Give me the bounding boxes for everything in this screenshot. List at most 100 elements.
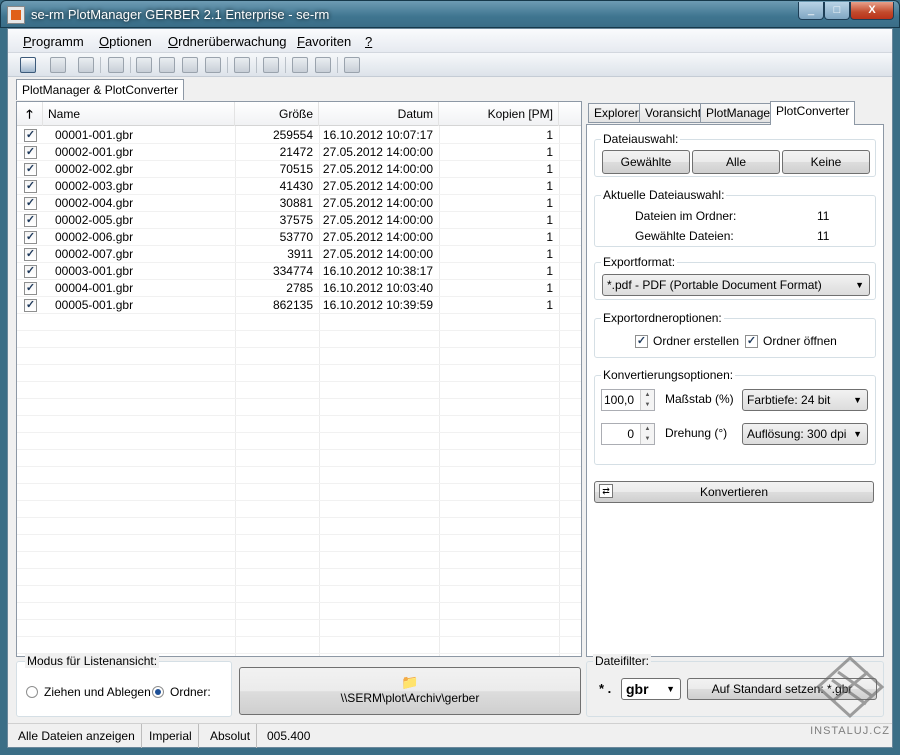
all-button[interactable]: Alle — [692, 150, 780, 174]
menu-favoriten[interactable]: Favoriten — [297, 34, 351, 49]
minimize-button[interactable]: _ — [798, 2, 824, 20]
filter-select[interactable]: gbr ▼ — [621, 678, 681, 700]
zoom-in-icon[interactable] — [182, 57, 198, 73]
row-checkbox[interactable]: ✓ — [24, 129, 37, 142]
tab-plotmanager-plotconverter[interactable]: PlotManager & PlotConverter — [16, 79, 185, 100]
row-name: 00002-007.gbr — [55, 247, 134, 261]
table-row[interactable]: ✓ 00002-004.gbr 30881 27.05.2012 14:00:00 1 — [17, 195, 581, 212]
table-row[interactable]: ✓ 00003-001.gbr 334774 16.10.2012 10:38:17 1 — [17, 263, 581, 280]
table-row[interactable]: ✓ 00002-005.gbr 37575 27.05.2012 14:00:00 1 — [17, 212, 581, 229]
tab-plotconverter[interactable]: PlotConverter — [770, 101, 856, 125]
zoom-window-icon[interactable] — [159, 57, 175, 73]
maximize-button[interactable]: □ — [824, 2, 850, 20]
col-date[interactable]: Datum — [319, 102, 439, 126]
app-icon[interactable] — [7, 6, 25, 24]
edit-icon[interactable] — [108, 57, 124, 73]
menu-programm[interactable]: Programm — [23, 34, 84, 49]
row-checkbox[interactable]: ✓ — [24, 282, 37, 295]
grid-line — [17, 398, 581, 399]
row-checkbox[interactable]: ✓ — [24, 197, 37, 210]
grid-line — [17, 585, 581, 586]
table-row[interactable]: ✓ 00002-003.gbr 41430 27.05.2012 14:00:00 1 — [17, 178, 581, 195]
menu-optionen[interactable]: Optionen — [99, 34, 152, 49]
sort-arrow-icon[interactable]: 🡑 — [17, 102, 43, 126]
row-copies: 1 — [546, 247, 553, 261]
table-row[interactable]: ✓ 00004-001.gbr 2785 16.10.2012 10:03:40 1 — [17, 280, 581, 297]
none-button[interactable]: Keine — [782, 150, 870, 174]
preview-icon[interactable] — [78, 57, 94, 73]
open-folder-icon[interactable] — [20, 57, 36, 73]
grid-line — [17, 551, 581, 552]
folder-path-button[interactable]: 📁 \\SERM\plot\Archiv\gerber — [239, 667, 581, 715]
color-depth-select[interactable]: Farbtiefe: 24 bit ▼ — [742, 389, 868, 411]
menu-help[interactable]: ? — [365, 34, 372, 49]
col-copies[interactable]: Kopien [PM] — [439, 102, 559, 126]
row-copies: 1 — [546, 281, 553, 295]
radio-folder[interactable] — [152, 686, 164, 698]
file-list[interactable]: 🡑 Name Größe Datum Kopien [PM] ✓ 00001-00… — [16, 101, 582, 657]
table-row[interactable]: ✓ 00001-001.gbr 259554 16.10.2012 10:07:17 1 — [17, 127, 581, 144]
row-checkbox[interactable]: ✓ — [24, 265, 37, 278]
row-size: 259554 — [272, 128, 313, 142]
col-size[interactable]: Größe — [235, 102, 319, 126]
status-show-all[interactable]: Alle Dateien anzeigen — [12, 724, 142, 748]
export-format-select[interactable]: *.pdf - PDF (Portable Document Format) ▼ — [602, 274, 870, 296]
row-checkbox[interactable]: ✓ — [24, 163, 37, 176]
tab-voransicht[interactable]: Voransicht — [639, 103, 708, 123]
plotconverter-panel: Dateiauswahl: Gewählte Alle Keine Aktuel… — [586, 124, 884, 657]
table-row[interactable]: ✓ 00002-006.gbr 53770 27.05.2012 14:00:00 1 — [17, 229, 581, 246]
status-mode[interactable]: Absolut — [204, 724, 258, 748]
open-folder-checkbox[interactable]: ✓ — [745, 335, 758, 348]
page-icon[interactable] — [263, 57, 279, 73]
row-checkbox[interactable]: ✓ — [24, 248, 37, 261]
status-units[interactable]: Imperial — [143, 724, 199, 748]
print-icon[interactable] — [50, 57, 66, 73]
spin-icon[interactable]: ▲ ▼ — [640, 424, 654, 444]
group-aktuelle-dateiauswahl: Aktuelle Dateiauswahl: Dateien im Ordner… — [594, 188, 876, 247]
client-area: Programm Optionen Ordnerüberwachung Favo… — [7, 28, 893, 748]
title-bar[interactable]: se-rm PlotManager GERBER 2.1 Enterprise … — [0, 0, 900, 28]
scale-input[interactable]: 100,0 ▲ ▼ — [601, 389, 655, 411]
row-checkbox[interactable]: ✓ — [24, 214, 37, 227]
spin-icon[interactable]: ▲ ▼ — [640, 390, 654, 410]
row-checkbox[interactable]: ✓ — [24, 299, 37, 312]
row-size: 30881 — [279, 196, 313, 210]
create-folder-checkbox[interactable]: ✓ — [635, 335, 648, 348]
radio-drag-drop[interactable] — [26, 686, 38, 698]
toolbar-separator — [100, 57, 101, 73]
create-folder-label: Ordner erstellen — [653, 334, 740, 348]
row-size: 37575 — [279, 213, 313, 227]
tab-explorer[interactable]: Explorer — [588, 103, 645, 123]
zoom-icon[interactable] — [136, 57, 152, 73]
row-checkbox[interactable]: ✓ — [24, 146, 37, 159]
convert-button[interactable]: ⇄ Konvertieren — [594, 481, 874, 503]
table-row[interactable]: ✓ 00002-001.gbr 21472 27.05.2012 14:00:00 1 — [17, 144, 581, 161]
row-date: 16.10.2012 10:38:17 — [322, 264, 433, 278]
close-button[interactable]: X — [850, 2, 894, 20]
report-icon[interactable] — [344, 57, 360, 73]
resolution-select[interactable]: Auflösung: 300 dpi ▼ — [742, 423, 868, 445]
toolbar-separator — [256, 57, 257, 73]
row-date: 16.10.2012 10:07:17 — [322, 128, 433, 142]
selected-button[interactable]: Gewählte — [602, 150, 690, 174]
toolbar-separator — [130, 57, 131, 73]
grid-line — [17, 534, 581, 535]
table-row[interactable]: ✓ 00002-002.gbr 70515 27.05.2012 14:00:00 1 — [17, 161, 581, 178]
import-icon[interactable] — [292, 57, 308, 73]
list-header: 🡑 Name Größe Datum Kopien [PM] — [17, 102, 581, 126]
selected-files-label: Gewählte Dateien: — [635, 229, 734, 243]
grid-line — [17, 602, 581, 603]
menu-ordnerueberwachung[interactable]: Ordnerüberwachung — [168, 34, 287, 49]
row-checkbox[interactable]: ✓ — [24, 231, 37, 244]
tab-plotmanager[interactable]: PlotManager — [700, 103, 781, 123]
col-name[interactable]: Name — [43, 102, 235, 126]
rotation-input[interactable]: 0 ▲ ▼ — [601, 423, 655, 445]
fit-icon[interactable] — [234, 57, 250, 73]
status-coordinate: 005.400 — [267, 729, 311, 743]
row-checkbox[interactable]: ✓ — [24, 180, 37, 193]
export-icon[interactable] — [315, 57, 331, 73]
table-row[interactable]: ✓ 00005-001.gbr 862135 16.10.2012 10:39:59 1 — [17, 297, 581, 314]
row-date: 27.05.2012 14:00:00 — [322, 145, 433, 159]
zoom-out-icon[interactable] — [205, 57, 221, 73]
table-row[interactable]: ✓ 00002-007.gbr 3911 27.05.2012 14:00:00 1 — [17, 246, 581, 263]
